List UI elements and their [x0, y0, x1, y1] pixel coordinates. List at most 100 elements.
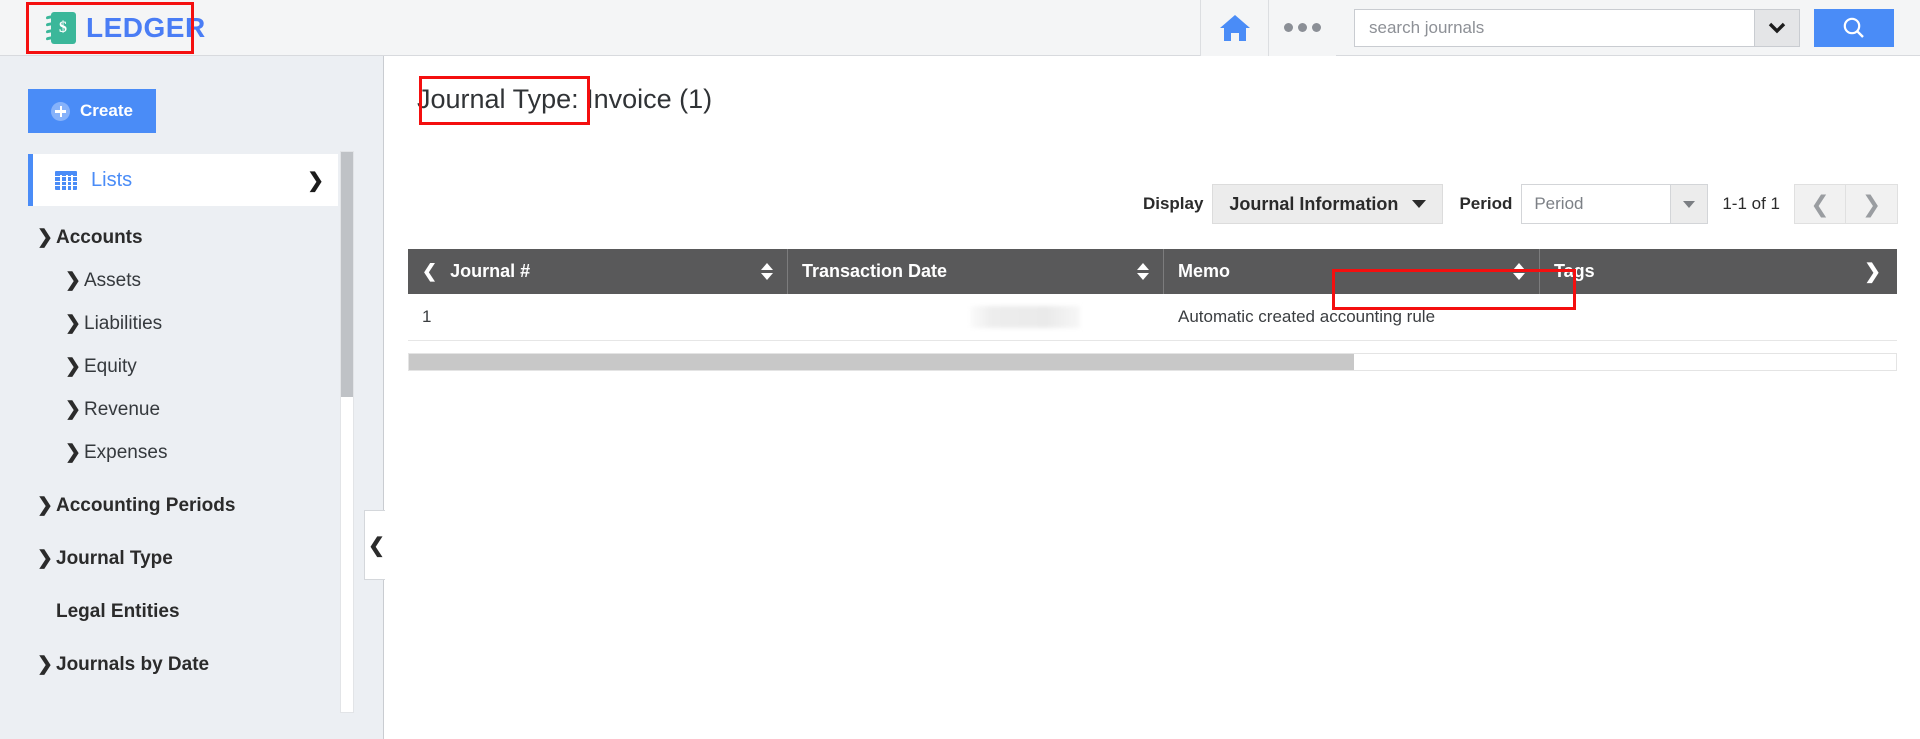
- caret-down-icon: [1412, 200, 1427, 208]
- period-label: Period: [1459, 194, 1513, 213]
- cell-memo: Automatic created accounting rule: [1178, 307, 1436, 326]
- top-bar-right: [1200, 0, 1920, 56]
- page-title: Journal Type: Invoice (1): [417, 84, 712, 115]
- sidebar-item-lists[interactable]: Lists ❯: [28, 154, 338, 206]
- search-input[interactable]: [1354, 8, 1754, 47]
- chevron-left-icon: ❮: [1810, 190, 1830, 217]
- redacted-value: [970, 306, 1080, 328]
- table-horizontal-scrollbar-thumb[interactable]: [409, 354, 1354, 370]
- sidebar-item-label: Assets: [84, 269, 142, 291]
- sidebar-item-label: Accounts: [56, 226, 143, 248]
- chevron-right-icon: ❯: [65, 356, 81, 377]
- sidebar-item-label: Equity: [84, 355, 137, 377]
- chevron-right-icon: ❯: [65, 313, 81, 334]
- sort-updown-icon[interactable]: [761, 263, 773, 280]
- chevron-right-icon: ❯: [37, 548, 53, 569]
- column-header-journal[interactable]: ❮ Journal #: [408, 249, 788, 294]
- display-dropdown-value: Journal Information: [1229, 193, 1399, 214]
- search-icon: [1843, 17, 1864, 38]
- sidebar-item-journals-by-date[interactable]: ❯ Journals by Date: [0, 643, 383, 686]
- plus-circle-icon: [51, 101, 71, 121]
- sidebar-item-accounts[interactable]: ❯ Accounts: [0, 216, 383, 259]
- sidebar-nav: ❯ Accounts ❯ Assets ❯ Liabilities ❯ Equi…: [0, 216, 383, 686]
- page-title-prefix: Journal Type: [417, 84, 572, 114]
- sidebar-item-accounting-periods[interactable]: ❯ Accounting Periods: [0, 484, 383, 527]
- period-field: [1521, 184, 1709, 224]
- more-dots-icon: [1284, 23, 1321, 32]
- display-dropdown[interactable]: Journal Information: [1212, 184, 1444, 224]
- create-button-label: Create: [80, 101, 133, 120]
- create-button[interactable]: Create: [28, 89, 156, 133]
- more-options-button[interactable]: [1268, 0, 1336, 56]
- sidebar-item-equity[interactable]: ❯ Equity: [0, 345, 383, 388]
- sidebar-item-revenue[interactable]: ❯ Revenue: [0, 388, 383, 431]
- top-bar: $ LEDGER: [0, 0, 1920, 56]
- period-dropdown-button[interactable]: [1670, 184, 1709, 224]
- caret-down-icon: [1683, 200, 1696, 208]
- chevron-right-icon: ❯: [65, 399, 81, 420]
- cell-transaction-date: [788, 306, 1164, 328]
- sidebar-item-label: Liabilities: [84, 312, 163, 334]
- sidebar-item-lists-label: Lists: [91, 168, 133, 191]
- chevron-down-icon[interactable]: ❯: [307, 168, 324, 193]
- display-label: Display: [1142, 194, 1204, 213]
- grid-icon: [55, 170, 77, 190]
- chevron-down-icon: ❯: [37, 227, 53, 248]
- page-title-suffix: : Invoice (1): [571, 84, 713, 114]
- home-button[interactable]: [1200, 0, 1268, 56]
- sidebar-item-label: Journal Type: [56, 547, 173, 569]
- pagination-count: 1-1 of 1: [1722, 194, 1780, 213]
- search-button[interactable]: [1814, 8, 1894, 47]
- column-header-transaction-date[interactable]: Transaction Date: [788, 249, 1164, 294]
- table-row[interactable]: 1 Automatic created accounting rule: [408, 294, 1897, 341]
- main-content: Journal Type: Invoice (1) Display Journa…: [385, 56, 1920, 739]
- sidebar-item-label: Expenses: [84, 441, 168, 463]
- column-header-label: Tags: [1554, 261, 1595, 281]
- cell-journal: 1: [422, 307, 432, 326]
- chevron-right-icon: ❯: [37, 495, 53, 516]
- sidebar-item-expenses[interactable]: ❯ Expenses: [0, 431, 383, 474]
- brand-name: LEDGER: [86, 11, 206, 43]
- chevron-right-icon: ❯: [65, 270, 81, 291]
- period-input[interactable]: [1521, 184, 1671, 224]
- chevron-left-icon[interactable]: ❮: [422, 261, 437, 282]
- sidebar-scrollbar[interactable]: [340, 151, 354, 713]
- sidebar-item-legal-entities[interactable]: Legal Entities: [0, 590, 383, 633]
- home-icon: [1218, 13, 1252, 43]
- ledger-book-dollar-icon: $: [46, 11, 76, 44]
- sort-updown-icon[interactable]: [1513, 263, 1525, 280]
- search-area: [1354, 8, 1800, 47]
- column-header-label: Transaction Date: [802, 261, 948, 281]
- table-header-row: ❮ Journal # Transaction Date Memo Tags ❯: [408, 249, 1897, 294]
- prev-page-button[interactable]: ❮: [1794, 184, 1846, 224]
- table-horizontal-scrollbar[interactable]: [408, 353, 1897, 371]
- chevron-right-icon: ❯: [65, 442, 81, 463]
- logo-dollar-glyph: $: [59, 18, 67, 36]
- sidebar-item-journal-type[interactable]: ❯ Journal Type: [0, 537, 383, 580]
- sort-updown-icon[interactable]: [1137, 263, 1149, 280]
- chevron-right-icon: ❯: [1861, 190, 1882, 217]
- sidebar-item-label: Revenue: [84, 398, 161, 420]
- sidebar-item-label: Accounting Periods: [56, 494, 236, 516]
- search-scope-dropdown[interactable]: [1754, 8, 1800, 47]
- sidebar-scrollbar-thumb[interactable]: [341, 152, 353, 397]
- chevron-right-icon: ❯: [37, 654, 53, 675]
- next-page-button[interactable]: ❯: [1846, 184, 1898, 224]
- chevron-right-icon: ❯: [1864, 261, 1881, 283]
- journals-table: ❮ Journal # Transaction Date Memo Tags ❯…: [408, 249, 1897, 341]
- list-toolbar: Display Journal Information Period 1-1 o…: [1143, 184, 1898, 224]
- chevron-left-icon: ❮: [368, 534, 385, 557]
- app-logo[interactable]: $ LEDGER: [36, 6, 218, 50]
- column-header-memo[interactable]: Memo: [1164, 249, 1540, 294]
- column-header-tags[interactable]: Tags: [1540, 249, 1840, 294]
- sidebar-item-liabilities[interactable]: ❯ Liabilities: [0, 302, 383, 345]
- column-header-label: Memo: [1178, 261, 1231, 281]
- chevron-down-icon: [1768, 22, 1786, 33]
- sidebar: Create Lists ❯ ❯ Accounts ❯ Assets ❯ Lia…: [0, 56, 384, 739]
- sidebar-item-assets[interactable]: ❯ Assets: [0, 259, 383, 302]
- table-scroll-right-button[interactable]: ❯: [1840, 249, 1897, 294]
